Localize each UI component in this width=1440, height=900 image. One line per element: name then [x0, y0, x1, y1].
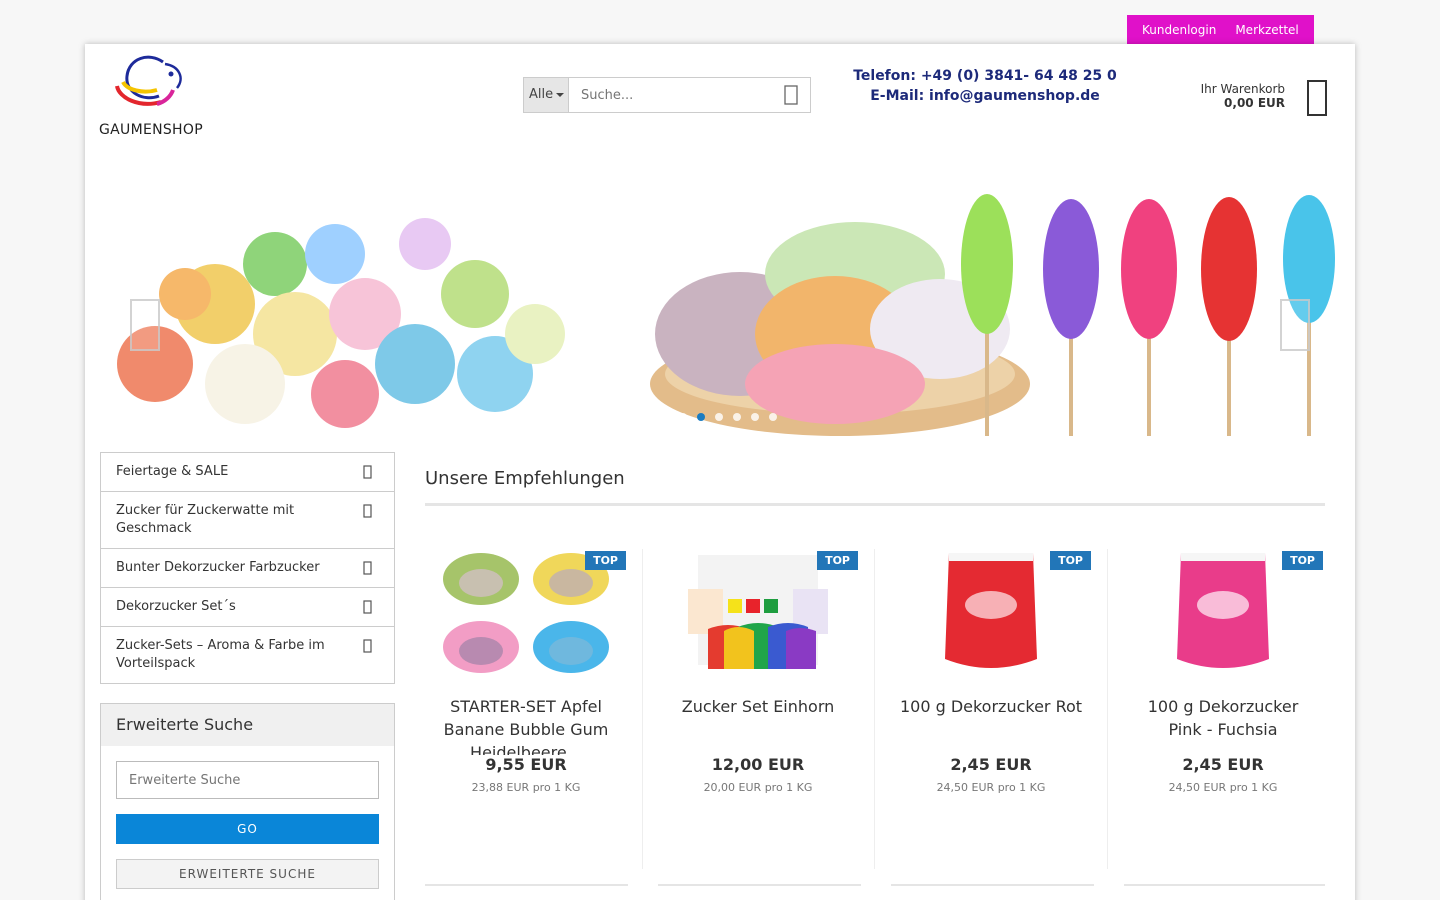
search-icon: [784, 85, 798, 105]
logo-wordmark: GAUMENSHOP: [99, 122, 203, 138]
customer-login-link[interactable]: Kundenlogin: [1127, 15, 1232, 45]
product-image[interactable]: TOP: [436, 549, 626, 677]
cart-summary[interactable]: Ihr Warenkorb 0,00 EUR: [1201, 82, 1285, 110]
product-card[interactable]: TOP STARTER-SET Apfel Banane Bubble Gum …: [425, 549, 627, 869]
category-label: Zucker für Zuckerwatte mit Geschmack: [116, 503, 295, 536]
category-item[interactable]: Zucker-Sets – Aroma & Farbe im Vorteilsp…: [101, 627, 394, 683]
top-utility-bar: Kundenlogin Merkzettel: [1127, 15, 1314, 45]
divider: [425, 503, 1325, 506]
product-price: 12,00 EUR: [711, 755, 805, 774]
slider-dot[interactable]: [733, 413, 741, 421]
expand-icon[interactable]: [363, 639, 372, 659]
category-item[interactable]: Dekorzucker Set´s: [101, 588, 394, 627]
go-button[interactable]: GO: [116, 814, 379, 844]
product-price: 2,45 EUR: [1182, 755, 1264, 774]
search-input[interactable]: [569, 78, 772, 112]
advanced-search-title: Erweiterte Suche: [101, 704, 394, 746]
hero-slider[interactable]: [95, 184, 1345, 436]
product-unit-price: 23,88 EUR pro 1 KG: [471, 781, 581, 794]
contact-phone[interactable]: Telefon: +49 (0) 3841- 64 48 25 0: [851, 66, 1119, 86]
search-submit-button[interactable]: [772, 78, 810, 112]
expand-icon[interactable]: [363, 465, 372, 485]
wishlist-link[interactable]: Merkzettel: [1231, 15, 1314, 45]
cart-amount: 0,00 EUR: [1224, 96, 1285, 110]
product-image[interactable]: TOP: [901, 549, 1091, 677]
divider: [425, 884, 628, 886]
product-image[interactable]: TOP: [668, 549, 858, 677]
category-label: Bunter Dekorzucker Farbzucker: [116, 560, 320, 575]
category-label: Zucker-Sets – Aroma & Farbe im Vorteilsp…: [116, 638, 325, 671]
shop-logo[interactable]: GAUMENSHOP: [99, 52, 219, 138]
expand-icon[interactable]: [363, 600, 372, 620]
product-card[interactable]: TOP 100 g Dekorzucker Pink - Fuchsia 2,4…: [1122, 549, 1324, 869]
contact-info: Telefon: +49 (0) 3841- 64 48 25 0 E-Mail…: [851, 66, 1119, 106]
advanced-search-button[interactable]: ERWEITERTE SUCHE: [116, 859, 379, 889]
slider-dot[interactable]: [751, 413, 759, 421]
expand-icon[interactable]: [363, 561, 372, 581]
category-label: Feiertage & SALE: [116, 464, 229, 479]
divider: [874, 549, 875, 869]
advanced-search-input[interactable]: [116, 761, 379, 799]
product-name[interactable]: STARTER-SET Apfel Banane Bubble Gum Heid…: [425, 695, 627, 755]
sidebar: Feiertage & SALE Zucker für Zuckerwatte …: [100, 452, 395, 900]
slider-dot[interactable]: [715, 413, 723, 421]
product-name[interactable]: 100 g Dekorzucker Pink - Fuchsia: [1122, 695, 1324, 755]
category-label: Dekorzucker Set´s: [116, 599, 236, 614]
product-unit-price: 20,00 EUR pro 1 KG: [703, 781, 813, 794]
slider-dot-active[interactable]: [697, 413, 705, 421]
cart-icon[interactable]: [1307, 80, 1327, 120]
slider-prev-button[interactable]: [130, 299, 160, 351]
search-bar: Alle: [523, 77, 811, 113]
slider-dot[interactable]: [661, 413, 669, 421]
divider: [642, 549, 643, 869]
product-price: 9,55 EUR: [485, 755, 567, 774]
product-name[interactable]: 100 g Dekorzucker Rot: [890, 695, 1092, 755]
advanced-search-box: Erweiterte Suche GO ERWEITERTE SUCHE: [100, 703, 395, 900]
category-list: Feiertage & SALE Zucker für Zuckerwatte …: [100, 452, 395, 684]
product-unit-price: 24,50 EUR pro 1 KG: [936, 781, 1046, 794]
category-item[interactable]: Feiertage & SALE: [101, 453, 394, 492]
recommendations-title: Unsere Empfehlungen: [425, 468, 625, 489]
product-image[interactable]: TOP: [1133, 549, 1323, 677]
contact-email[interactable]: E-Mail: info@gaumenshop.de: [851, 86, 1119, 106]
product-name[interactable]: Zucker Set Einhorn: [657, 695, 859, 755]
cart-label: Ihr Warenkorb: [1200, 82, 1285, 96]
top-badge: TOP: [585, 551, 626, 570]
logo-mark-icon: [115, 55, 182, 106]
product-price: 2,45 EUR: [950, 755, 1032, 774]
top-badge: TOP: [1050, 551, 1091, 570]
divider: [891, 884, 1094, 886]
divider: [1107, 549, 1108, 869]
product-card[interactable]: TOP Zucker Set Einhorn 12,00 EUR 20,00 E…: [657, 549, 859, 869]
search-category-select[interactable]: Alle: [524, 78, 569, 112]
product-card[interactable]: TOP 100 g Dekorzucker Rot 2,45 EUR 24,50…: [890, 549, 1092, 869]
slider-dot[interactable]: [769, 413, 777, 421]
expand-icon[interactable]: [363, 504, 372, 524]
top-badge: TOP: [817, 551, 858, 570]
slider-dot[interactable]: [679, 413, 687, 421]
page-container: GAUMENSHOP Alle Telefon: +49 (0) 3841- 6…: [85, 44, 1355, 900]
divider: [658, 884, 861, 886]
category-item[interactable]: Zucker für Zuckerwatte mit Geschmack: [101, 492, 394, 549]
hero-slide-image: [117, 194, 1335, 436]
product-unit-price: 24,50 EUR pro 1 KG: [1168, 781, 1278, 794]
top-badge: TOP: [1282, 551, 1323, 570]
category-item[interactable]: Bunter Dekorzucker Farbzucker: [101, 549, 394, 588]
slider-pagination: [661, 413, 777, 421]
divider: [1124, 884, 1325, 886]
slider-next-button[interactable]: [1280, 299, 1310, 351]
